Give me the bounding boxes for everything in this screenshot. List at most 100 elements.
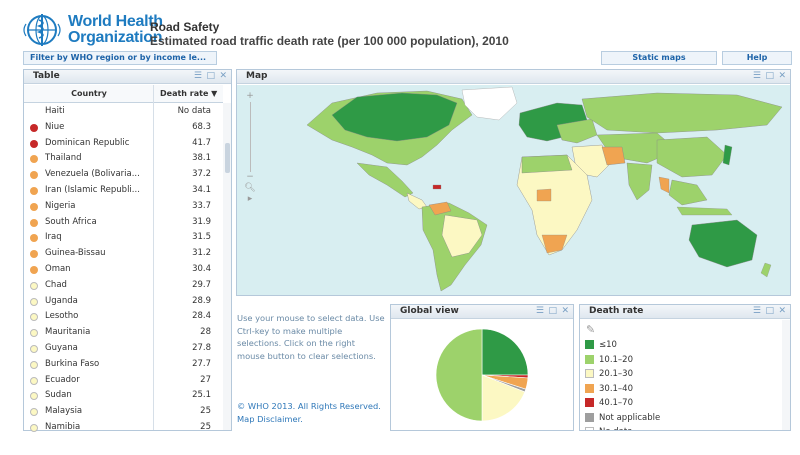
table-row[interactable]: Oman 30.4 <box>24 262 223 278</box>
country-name: Niue <box>45 121 65 132</box>
map-region-southeast-asia <box>668 179 708 206</box>
table-panel: Table ☰ □ ✕ Country Death rate ▼ Haiti No… <box>23 69 232 432</box>
maximize-icon[interactable]: □ <box>548 307 557 316</box>
table-scrollbar[interactable] <box>223 103 231 430</box>
close-icon[interactable]: ✕ <box>778 307 786 316</box>
country-name: Lesotho <box>45 311 79 322</box>
death-rate-value: 68.3 <box>192 121 211 132</box>
table-row[interactable]: Malaysia 25 <box>24 404 223 420</box>
table-row[interactable]: Mauritania 28 <box>24 325 223 341</box>
table-row[interactable]: Iran (Islamic Republi... 34.1 <box>24 183 223 199</box>
legend-swatch <box>585 369 594 378</box>
table-row[interactable]: Burkina Faso 27.7 <box>24 357 223 373</box>
menu-icon[interactable]: ☰ <box>753 72 761 81</box>
table-row[interactable]: Ecuador 27 <box>24 373 223 389</box>
close-icon[interactable]: ✕ <box>219 72 227 81</box>
rate-indicator-dot <box>30 376 38 385</box>
who-logo <box>22 12 64 48</box>
death-rate-legend-panel: Death rate ☰ □ ✕ ✎ ≤10 10.1–20 20.1–30 30.1… <box>579 304 791 431</box>
table-row[interactable]: Namibia 25 <box>24 420 223 436</box>
magnifier-icon[interactable]: 🔍︎ <box>243 183 257 194</box>
scroll-thumb[interactable] <box>225 143 230 173</box>
table-row[interactable]: Lesotho 28.4 <box>24 309 223 325</box>
zoom-control[interactable]: + − 🔍︎ ▸ <box>243 91 257 205</box>
country-name: Namibia <box>45 422 81 432</box>
rate-indicator-dot <box>30 266 38 274</box>
world-map-svg[interactable] <box>237 85 790 295</box>
filter-region-dropdown[interactable]: Filter by WHO region or by income le... <box>23 51 217 65</box>
maximize-icon[interactable]: □ <box>765 307 774 316</box>
org-name-line2: Organization <box>68 29 163 46</box>
country-name: Guinea-Bissau <box>45 248 106 259</box>
copyright-link[interactable]: © WHO 2013. All Rights Reserved. Map Dis… <box>237 400 385 425</box>
table-row[interactable]: Haiti No data <box>24 104 223 120</box>
zoom-slider[interactable] <box>250 102 257 172</box>
rate-indicator-dot <box>30 281 38 290</box>
pie-slice[interactable] <box>481 328 529 376</box>
maximize-icon[interactable]: □ <box>206 72 215 81</box>
table-row[interactable]: Nigeria 33.7 <box>24 199 223 215</box>
static-maps-button[interactable]: Static maps <box>601 51 717 65</box>
country-name: Dominican Republic <box>45 137 130 148</box>
death-rate-value: 27 <box>200 374 211 385</box>
death-rate-value: 27.7 <box>192 358 211 369</box>
global-view-title: Global view <box>400 306 459 316</box>
death-rate-value: 31.9 <box>192 216 211 227</box>
world-map[interactable]: + − 🔍︎ ▸ <box>237 85 790 295</box>
death-rate-value: 30.4 <box>192 264 211 274</box>
rate-indicator-dot <box>30 155 38 164</box>
app-subtitle: Estimated road traffic death rate (per 1… <box>150 34 509 48</box>
map-region-new-zealand <box>760 262 772 278</box>
legend-swatch <box>585 340 594 349</box>
country-name: Nigeria <box>45 200 76 211</box>
maximize-icon[interactable]: □ <box>765 72 774 81</box>
table-row[interactable]: Sudan 25.1 <box>24 388 223 404</box>
country-name: Burkina Faso <box>45 358 100 369</box>
rate-indicator-dot <box>30 202 38 211</box>
menu-icon[interactable]: ☰ <box>753 307 761 316</box>
country-name: Iraq <box>45 232 62 243</box>
menu-icon[interactable]: ☰ <box>536 307 544 316</box>
play-icon[interactable]: ▸ <box>243 194 257 205</box>
table-row[interactable]: Iraq 31.5 <box>24 230 223 246</box>
zoom-in-button[interactable]: + <box>243 91 257 102</box>
legend-label: 20.1–30 <box>599 369 633 379</box>
table-row[interactable]: Guyana 27.8 <box>24 341 223 357</box>
death-rate-value: 37.2 <box>192 169 211 180</box>
close-icon[interactable]: ✕ <box>561 307 569 316</box>
pie-slice[interactable] <box>435 328 483 422</box>
table-row[interactable]: Niue 68.3 <box>24 120 223 136</box>
column-header-death-rate[interactable]: Death rate ▼ <box>154 85 223 103</box>
table-row[interactable]: Chad 29.7 <box>24 278 223 294</box>
death-rate-value: 25 <box>200 406 211 417</box>
close-icon[interactable]: ✕ <box>778 72 786 81</box>
legend-title: Death rate <box>589 306 644 316</box>
pencil-icon[interactable]: ✎ <box>586 323 595 336</box>
table-row[interactable]: Thailand 38.1 <box>24 151 223 167</box>
table-row[interactable]: Venezuela (Bolivaria... 37.2 <box>24 167 223 183</box>
death-rate-value: 28.9 <box>192 295 211 306</box>
table-row[interactable]: Dominican Republic 41.7 <box>24 136 223 152</box>
column-header-country[interactable]: Country <box>24 85 154 103</box>
death-rate-value: 38.1 <box>192 153 211 164</box>
rate-indicator-dot <box>30 392 38 401</box>
country-name: Mauritania <box>45 327 91 338</box>
death-rate-value: 28 <box>200 327 211 338</box>
death-rate-value: 41.7 <box>192 137 211 148</box>
menu-icon[interactable]: ☰ <box>194 72 202 81</box>
map-region-china <box>656 136 728 178</box>
map-region-indonesia <box>676 206 733 216</box>
global-pie-chart[interactable] <box>391 320 573 430</box>
legend-label: Not applicable <box>599 412 661 423</box>
legend-header: Death rate ☰ □ ✕ <box>580 305 790 319</box>
table-row[interactable]: Uganda 28.9 <box>24 294 223 310</box>
table-row[interactable]: Guinea-Bissau 31.2 <box>24 246 223 262</box>
legend-scrollbar[interactable] <box>782 320 790 430</box>
death-rate-value: 25 <box>200 422 211 432</box>
help-button[interactable]: Help <box>722 51 792 65</box>
death-rate-value: 25.1 <box>192 390 211 401</box>
country-name: Chad <box>45 279 67 290</box>
table-row[interactable]: South Africa 31.9 <box>24 215 223 231</box>
table-panel-header: Table ☰ □ ✕ <box>24 70 231 84</box>
zoom-out-button[interactable]: − <box>243 172 257 183</box>
